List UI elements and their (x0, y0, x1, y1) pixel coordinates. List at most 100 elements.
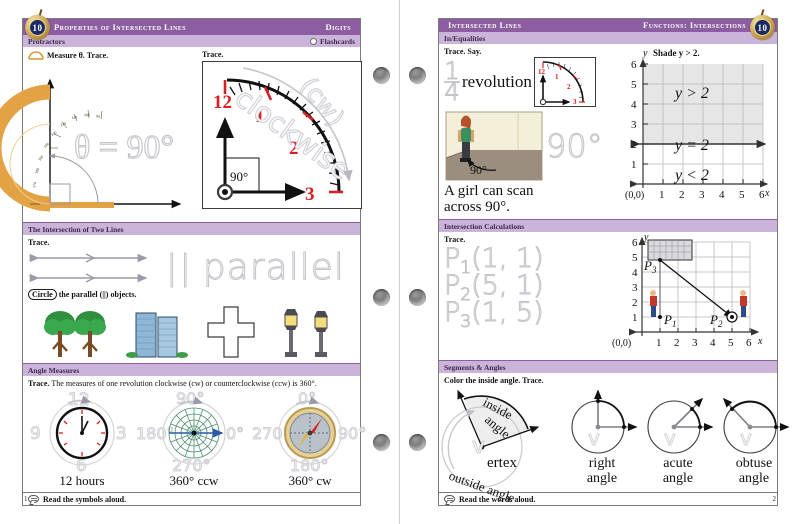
trace-say-instruction: Trace. Say. (444, 47, 482, 56)
measure-instruction: Measure θ. Trace. (47, 50, 109, 60)
revolution-word: revolution (462, 72, 532, 91)
svg-text:4: 4 (632, 267, 638, 279)
svg-text:3: 3 (699, 189, 705, 201)
binder-hole (409, 434, 426, 451)
figure-compass: 0° 90° 180° 270° 360° cw (252, 389, 368, 488)
svg-text:v: v (740, 426, 752, 450)
svg-text:P3: P3 (643, 258, 657, 275)
svg-text:y < 2: y < 2 (673, 167, 709, 184)
circle-instruction: the parallel (||) objects. (58, 290, 137, 299)
svg-text:v: v (664, 426, 676, 450)
svg-text:5: 5 (632, 252, 638, 264)
svg-text:3: 3 (692, 337, 698, 349)
inequality-chart: 123 456 123 456 (0,0) x y Shade y > 2. y… (607, 46, 773, 216)
svg-text:1: 1 (555, 73, 559, 81)
page-number: 1 (24, 495, 28, 503)
circle-keyword: Circle (28, 289, 57, 300)
section-header-inequalities: In/Equalities (439, 31, 777, 44)
figure-caption-line1: obtuse (735, 456, 773, 471)
theta-trace-text: θ = 90° (74, 129, 174, 166)
right-page: ©2014 by Classical Conversations® MultiM… (438, 9, 790, 506)
left-page: 10 Properties of Intersected Lines Digit… (0, 9, 367, 506)
figure-clock: 12 3 6 9 12 hours (28, 389, 136, 488)
point-subscript: 3 (460, 312, 472, 333)
object-trees-icon[interactable] (43, 303, 109, 361)
object-lampposts-icon[interactable] (274, 303, 340, 361)
checkbox-icon[interactable] (309, 37, 317, 45)
svg-text:90: 90 (96, 114, 101, 119)
svg-text:3: 3 (632, 282, 638, 294)
svg-text:6: 6 (632, 237, 638, 249)
svg-text:(0,0): (0,0) (612, 338, 631, 349)
unit-badge: 10 (25, 9, 50, 40)
figure-caption-line2: angle (662, 470, 694, 486)
room-angle-label: 90° (470, 163, 487, 177)
binder-hole (409, 289, 426, 306)
section-title: In/Equalities (444, 33, 486, 43)
inequalities-panel: Trace. Say. 1 4 revolution 12 1 2 3 90° … (439, 44, 777, 219)
svg-text:1: 1 (656, 337, 662, 349)
binder-hole (373, 67, 390, 84)
fraction-denominator: 4 (444, 77, 460, 106)
left-footer: Read the symbols aloud. (23, 492, 360, 505)
left-title: Properties of Intersected Lines (54, 21, 186, 32)
section-title: The Intersection of Two Lines (28, 224, 124, 234)
binder-hole (373, 289, 390, 306)
svg-text:3: 3 (631, 119, 637, 131)
right-title-bar: Intersected Lines Functions: Intersectio… (439, 9, 777, 40)
clock-label-12: 12 (213, 92, 232, 113)
figure-obtuse-angle: v obtuse angle (716, 385, 792, 486)
sentence-line-2: across 90°. (444, 198, 510, 215)
svg-text:0°: 0° (298, 389, 316, 408)
protractor-figure: 170 160 150 140 130 120 110 100 90 θ = 9… (0, 78, 182, 212)
trace-instruction: Trace. (28, 238, 50, 247)
segments-angles-panel: Color the inside angle. Trace. inside an… (439, 373, 790, 505)
figure-acute-angle: v acute angle (640, 385, 716, 486)
svg-text:y: y (642, 48, 648, 59)
left-title-bar: 10 Properties of Intersected Lines Digit… (23, 9, 360, 40)
svg-text:9: 9 (30, 424, 41, 444)
left-title-subject: Digits (325, 21, 351, 32)
mini-clock-figure: 12 1 2 3 (533, 57, 596, 107)
angle-measures-text: The measures of one revolution clockwise… (51, 379, 317, 388)
object-buildings-icon[interactable] (125, 303, 188, 361)
soccer-coordinate-chart: 123 456 123 456 (0,0) x y P1 P2 P3 (606, 232, 772, 356)
point-subscript: 1 (460, 258, 472, 279)
protractor-icon (28, 51, 44, 60)
object-cross-icon[interactable] (205, 303, 257, 361)
svg-text:y = 2: y = 2 (673, 137, 709, 154)
clock-label-3: 3 (305, 184, 315, 205)
parallel-panel: Trace. || parallel Circle the parallel (… (23, 235, 360, 363)
svg-text:v: v (588, 426, 600, 450)
section-header-angle-measures: Angle Measures (23, 363, 360, 376)
flashcards-toggle[interactable]: Flashcards (309, 37, 355, 46)
unit-badge: 10 (750, 9, 775, 40)
svg-text:3: 3 (573, 98, 577, 106)
point-label: P (443, 297, 461, 329)
svg-text:6: 6 (631, 59, 637, 71)
figure-caption: 360° cw (288, 473, 332, 488)
footer-text: Read the symbols aloud. (43, 494, 127, 504)
svg-text:0°: 0° (226, 424, 244, 443)
svg-text:5: 5 (728, 337, 734, 349)
svg-text:y > 2: y > 2 (673, 85, 709, 102)
color-inside-instruction: Color the inside angle. Trace. (444, 376, 544, 385)
svg-text:x: x (764, 188, 770, 199)
svg-text:3: 3 (116, 424, 127, 444)
clockwise-figure: 12 1 2 3 clockwise (cw) 90° (202, 61, 362, 209)
vertex-trace-letter: v (472, 434, 485, 459)
parallel-arrows-figure (29, 253, 148, 283)
svg-text:12: 12 (538, 68, 546, 76)
right-title: Intersected Lines (448, 20, 522, 30)
speech-bubble-icon (28, 495, 39, 503)
svg-text:2: 2 (631, 139, 637, 151)
svg-text:4: 4 (719, 189, 725, 201)
section-header-segments-angles: Segments & Angles (439, 360, 777, 373)
figure-caption: 12 hours (59, 473, 105, 488)
svg-text:4: 4 (710, 337, 716, 349)
figure-caption-line1: acute (663, 456, 693, 471)
section-title: Segments & Angles (444, 362, 506, 372)
svg-text:2: 2 (679, 189, 685, 201)
unit-badge-number: 10 (29, 19, 46, 36)
section-header-intersection-calcs: Intersection Calculations (439, 219, 777, 232)
